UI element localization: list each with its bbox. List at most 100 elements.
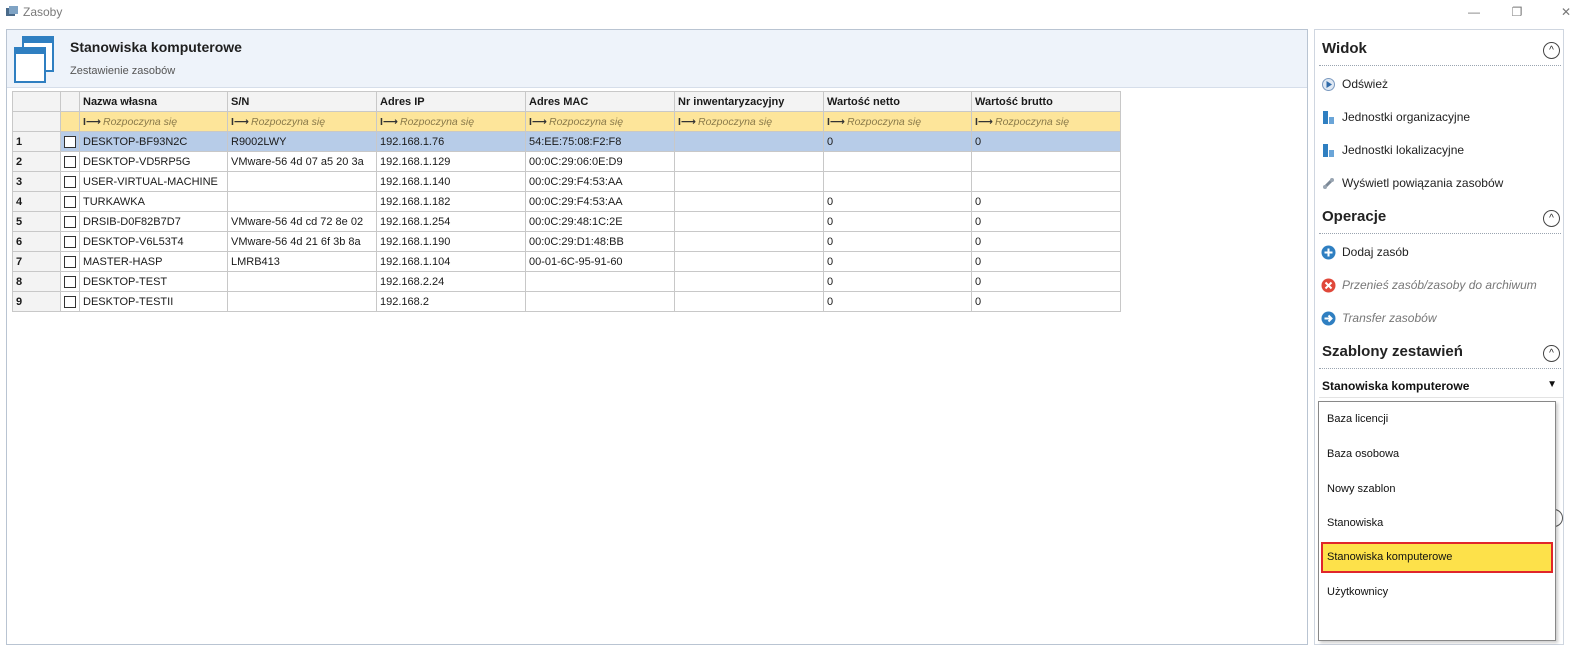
table-row[interactable]: 2 DESKTOP-VD5RP5G VMware-56 4d 07 a5 20 3a… <box>12 151 1121 172</box>
restore-button[interactable]: ❐ <box>1503 2 1531 22</box>
filter-cell[interactable]: I⟶ Rozpoczyna się <box>227 111 377 132</box>
cell-mac[interactable]: 00:0C:29:48:1C:2E <box>525 211 675 232</box>
filter-cell[interactable]: I⟶ Rozpoczyna się <box>79 111 228 132</box>
filter-cell[interactable]: I⟶ Rozpoczyna się <box>823 111 972 132</box>
cell-gross[interactable]: 0 <box>971 211 1121 232</box>
cell-mac[interactable]: 00:0C:29:F4:53:AA <box>525 171 675 192</box>
row-checkbox[interactable] <box>64 215 76 228</box>
cell-sn[interactable] <box>227 291 377 312</box>
cell-ip[interactable]: 192.168.2.24 <box>376 271 526 292</box>
refresh-action[interactable]: Odśwież <box>1321 74 1388 94</box>
cell-gross[interactable]: 0 <box>971 231 1121 252</box>
cell-name[interactable]: DRSIB-D0F82B7D7 <box>79 211 228 232</box>
add-asset-action[interactable]: Dodaj zasób <box>1321 242 1409 262</box>
cell-name[interactable]: DESKTOP-TESTII <box>79 291 228 312</box>
cell-net[interactable]: 0 <box>823 271 972 292</box>
cell-sn[interactable] <box>227 271 377 292</box>
cell-net[interactable]: 0 <box>823 211 972 232</box>
cell-gross[interactable]: 0 <box>971 291 1121 312</box>
template-option-selected[interactable]: Stanowiska komputerowe <box>1321 542 1553 573</box>
cell-sn[interactable]: VMware-56 4d cd 72 8e 02 <box>227 211 377 232</box>
cell-name[interactable]: TURKAWKA <box>79 191 228 212</box>
template-select[interactable]: Stanowiska komputerowe ▼ <box>1319 374 1563 398</box>
cell-inv[interactable] <box>674 251 824 272</box>
cell-ip[interactable]: 192.168.1.254 <box>376 211 526 232</box>
template-option[interactable]: Baza osobowa <box>1321 439 1553 470</box>
cell-name[interactable]: MASTER-HASP <box>79 251 228 272</box>
cell-name[interactable]: DESKTOP-TEST <box>79 271 228 292</box>
column-header[interactable]: Wartość netto <box>823 91 972 112</box>
cell-gross[interactable]: 0 <box>971 191 1121 212</box>
cell-gross[interactable]: 0 <box>971 251 1121 272</box>
cell-ip[interactable]: 192.168.1.76 <box>376 131 526 152</box>
table-row[interactable]: 7 MASTER-HASP LMRB413 192.168.1.104 00-01-6C… <box>12 251 1121 272</box>
row-checkbox[interactable] <box>64 255 76 268</box>
cell-ip[interactable]: 192.168.1.182 <box>376 191 526 212</box>
cell-net[interactable]: 0 <box>823 231 972 252</box>
template-option[interactable]: Baza licencji <box>1321 404 1553 435</box>
cell-sn[interactable]: VMware-56 4d 21 6f 3b 8a <box>227 231 377 252</box>
column-header[interactable]: Nr inwentaryzacyjny <box>674 91 824 112</box>
row-checkbox[interactable] <box>64 195 76 208</box>
show-relations-action[interactable]: Wyświetl powiązania zasobów <box>1321 173 1503 193</box>
cell-net[interactable]: 0 <box>823 131 972 152</box>
cell-net[interactable] <box>823 171 972 192</box>
cell-mac[interactable]: 00:0C:29:F4:53:AA <box>525 191 675 212</box>
cell-sn[interactable]: VMware-56 4d 07 a5 20 3a <box>227 151 377 172</box>
table-row[interactable]: 4 TURKAWKA 192.168.1.182 00:0C:29:F4:53:AA 0… <box>12 191 1121 212</box>
cell-mac[interactable] <box>525 271 675 292</box>
cell-name[interactable]: DESKTOP-V6L53T4 <box>79 231 228 252</box>
cell-gross[interactable] <box>971 171 1121 192</box>
cell-ip[interactable]: 192.168.1.140 <box>376 171 526 192</box>
cell-name[interactable]: DESKTOP-BF93N2C <box>79 131 228 152</box>
template-option[interactable]: Nowy szablon <box>1321 474 1553 505</box>
org-units-action[interactable]: Jednostki organizacyjne <box>1321 107 1470 127</box>
table-row[interactable]: 9 DESKTOP-TESTII 192.168.2 0 0 <box>12 291 1121 312</box>
row-checkbox[interactable] <box>64 275 76 288</box>
cell-mac[interactable]: 00-01-6C-95-91-60 <box>525 251 675 272</box>
cell-inv[interactable] <box>674 191 824 212</box>
table-row[interactable]: 1 DESKTOP-BF93N2C R9002LWY 192.168.1.76 54:E… <box>12 131 1121 152</box>
cell-ip[interactable]: 192.168.1.129 <box>376 151 526 172</box>
cell-inv[interactable] <box>674 171 824 192</box>
archive-asset-action[interactable]: Przenieś zasób/zasoby do archiwum <box>1321 275 1537 295</box>
template-option[interactable]: Stanowiska <box>1321 508 1553 539</box>
column-header[interactable]: Wartość brutto <box>971 91 1121 112</box>
cell-sn[interactable] <box>227 191 377 212</box>
cell-inv[interactable] <box>674 271 824 292</box>
cell-net[interactable]: 0 <box>823 191 972 212</box>
cell-ip[interactable]: 192.168.1.190 <box>376 231 526 252</box>
column-header[interactable]: Adres MAC <box>525 91 675 112</box>
cell-inv[interactable] <box>674 131 824 152</box>
table-row[interactable]: 5 DRSIB-D0F82B7D7 VMware-56 4d cd 72 8e 02… <box>12 211 1121 232</box>
location-units-action[interactable]: Jednostki lokalizacyjne <box>1321 140 1464 160</box>
cell-inv[interactable] <box>674 211 824 232</box>
cell-mac[interactable]: 00:0C:29:D1:48:BB <box>525 231 675 252</box>
table-row[interactable]: 8 DESKTOP-TEST 192.168.2.24 0 0 <box>12 271 1121 292</box>
cell-gross[interactable] <box>971 151 1121 172</box>
cell-gross[interactable]: 0 <box>971 271 1121 292</box>
table-row[interactable]: 3 USER-VIRTUAL-MACHINE 192.168.1.140 00:0C:… <box>12 171 1121 192</box>
cell-ip[interactable]: 192.168.1.104 <box>376 251 526 272</box>
cell-inv[interactable] <box>674 231 824 252</box>
cell-ip[interactable]: 192.168.2 <box>376 291 526 312</box>
collapse-szablony-button[interactable]: ^ <box>1543 345 1560 362</box>
filter-cell[interactable]: I⟶ Rozpoczyna się <box>971 111 1121 132</box>
cell-name[interactable]: USER-VIRTUAL-MACHINE <box>79 171 228 192</box>
minimize-button[interactable]: — <box>1460 2 1488 22</box>
cell-sn[interactable]: R9002LWY <box>227 131 377 152</box>
cell-mac[interactable] <box>525 291 675 312</box>
table-row[interactable]: 6 DESKTOP-V6L53T4 VMware-56 4d 21 6f 3b 8a… <box>12 231 1121 252</box>
column-header[interactable]: Adres IP <box>376 91 526 112</box>
row-checkbox[interactable] <box>64 175 76 188</box>
cell-sn[interactable] <box>227 171 377 192</box>
column-header[interactable]: Nazwa własna <box>79 91 228 112</box>
cell-name[interactable]: DESKTOP-VD5RP5G <box>79 151 228 172</box>
collapse-operacje-button[interactable]: ^ <box>1543 210 1560 227</box>
filter-cell[interactable]: I⟶ Rozpoczyna się <box>674 111 824 132</box>
collapse-widok-button[interactable]: ^ <box>1543 42 1560 59</box>
row-checkbox[interactable] <box>64 235 76 248</box>
filter-cell[interactable]: I⟶ Rozpoczyna się <box>525 111 675 132</box>
filter-cell[interactable]: I⟶ Rozpoczyna się <box>376 111 526 132</box>
close-button[interactable]: ✕ <box>1552 2 1580 22</box>
